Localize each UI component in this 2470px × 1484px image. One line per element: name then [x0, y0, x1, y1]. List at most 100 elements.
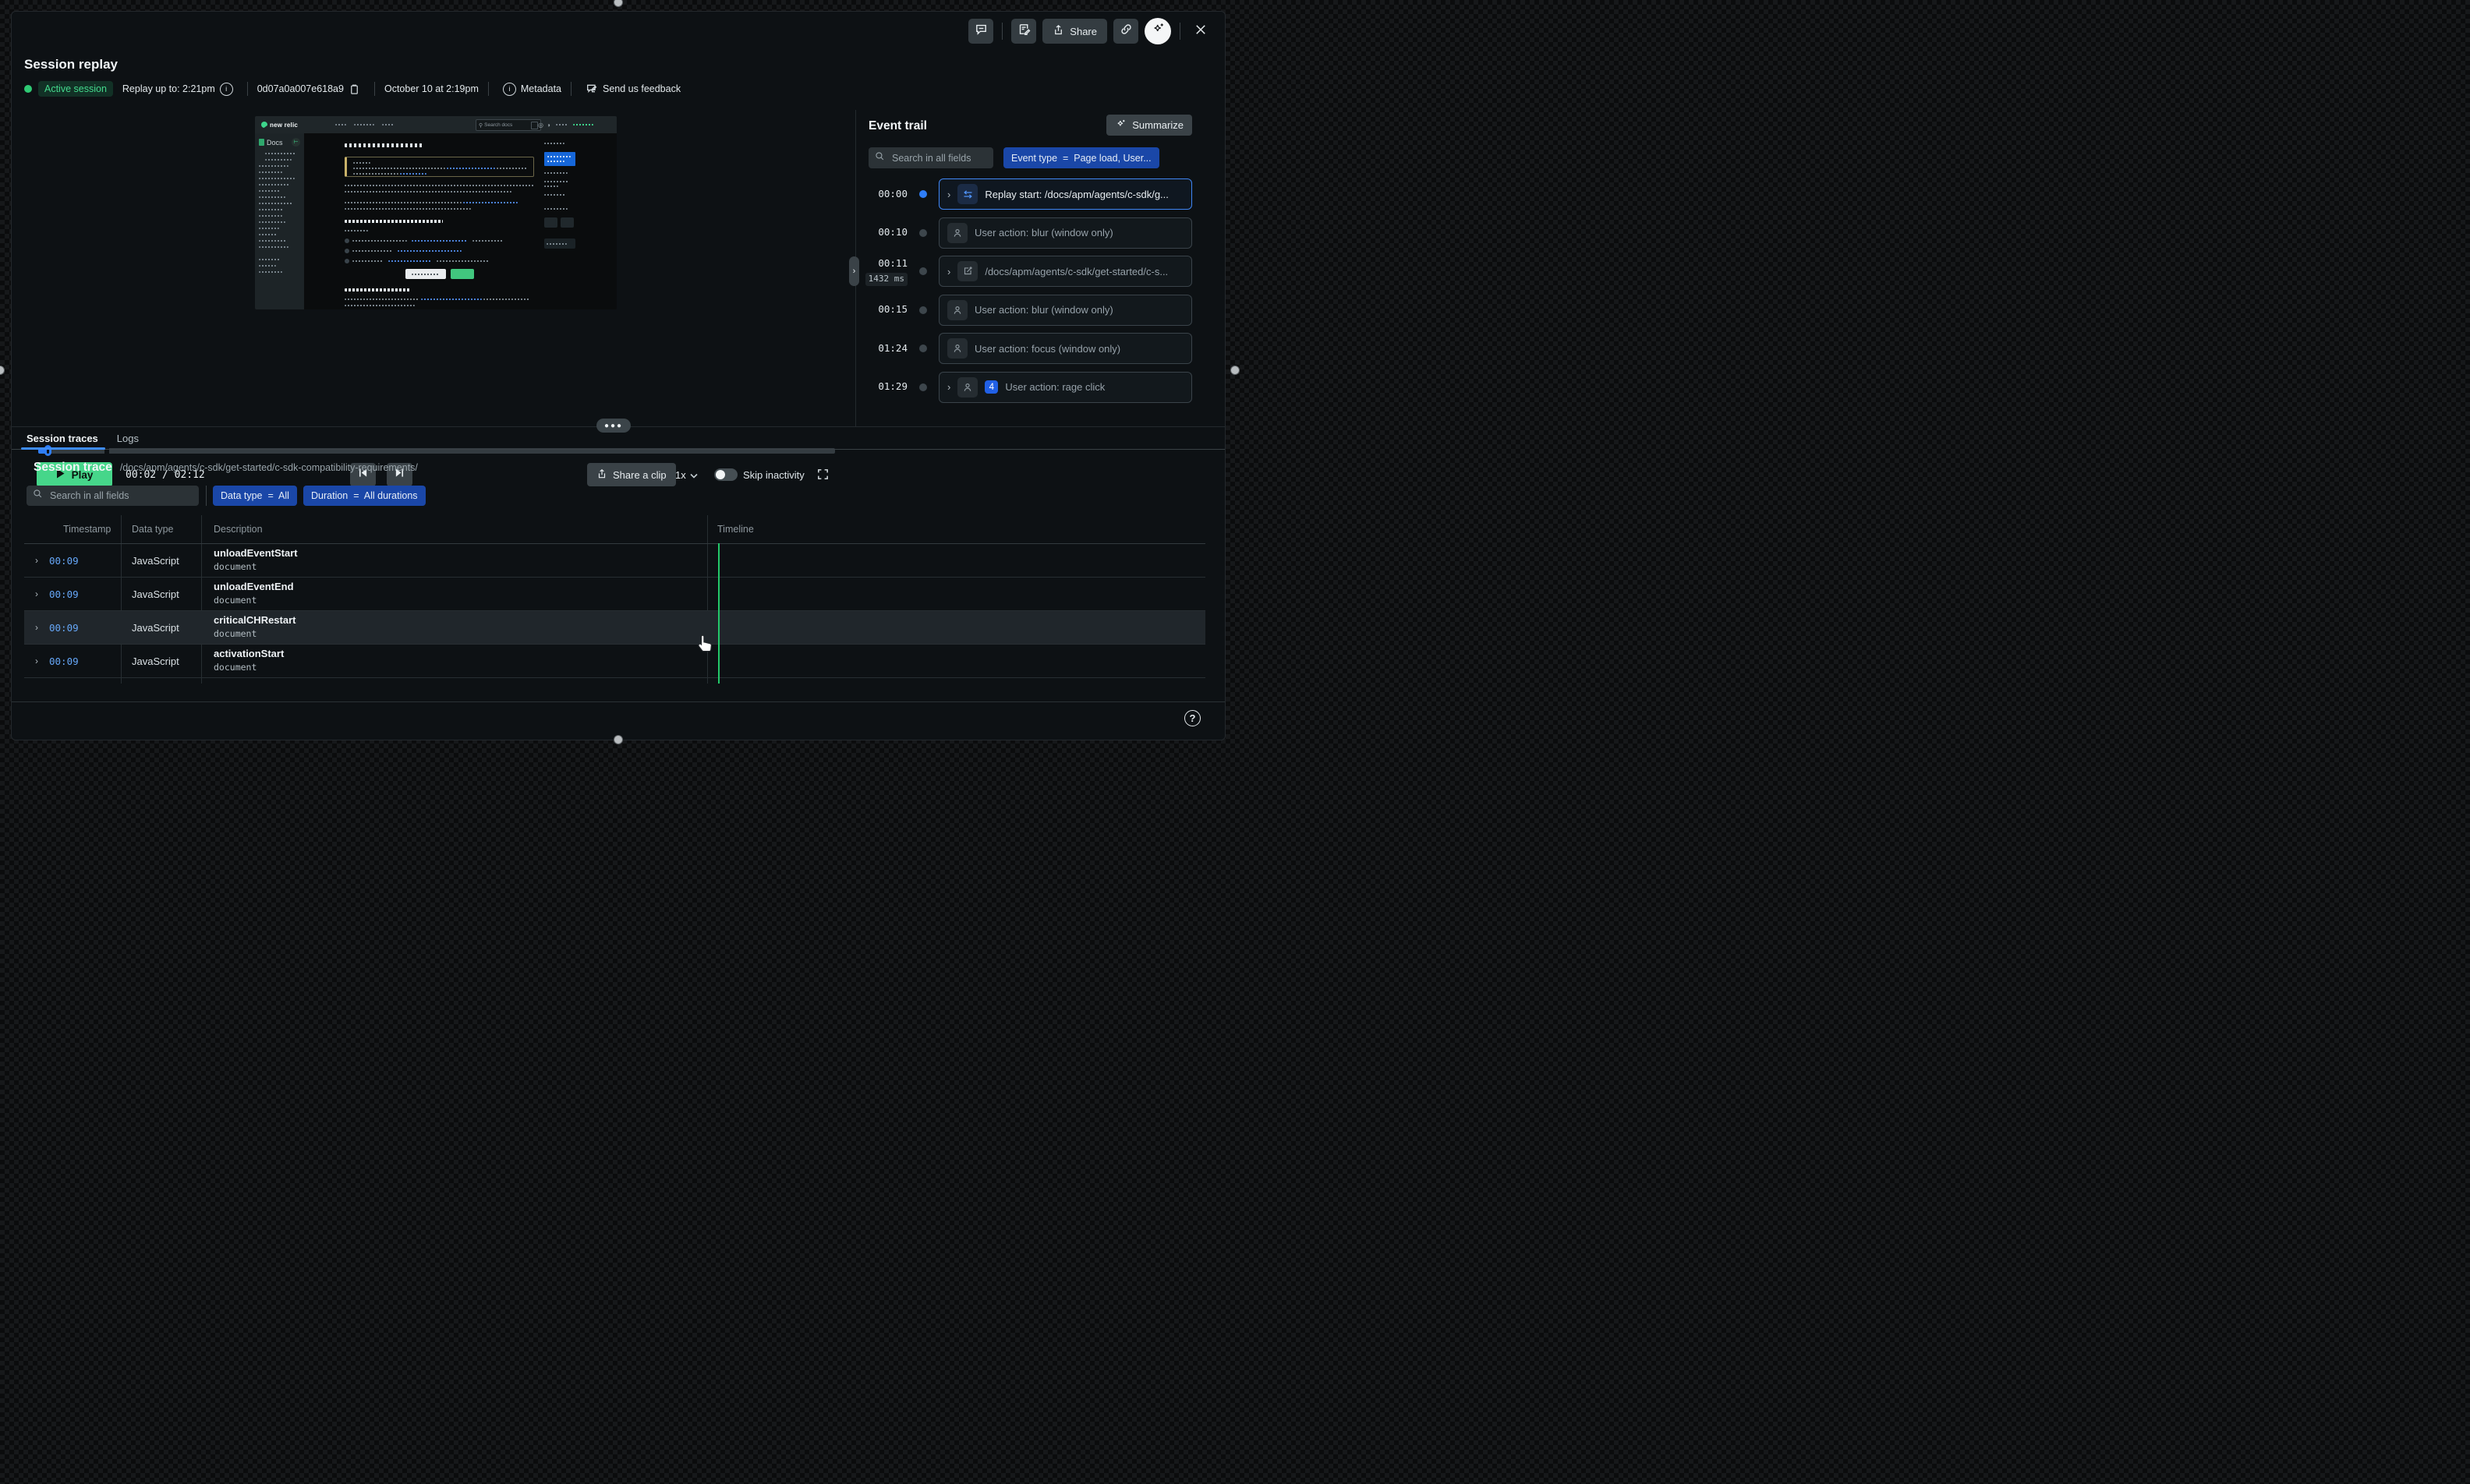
chevron-right-icon[interactable]: › — [35, 588, 38, 599]
masked-heading — [345, 220, 443, 223]
feedback-icon — [586, 83, 598, 95]
docs-sidebar-title: Docs — [267, 139, 283, 147]
fullscreen-button[interactable] — [816, 468, 830, 485]
event-row: 01:24 User action: focus (window only) — [862, 333, 1205, 364]
event-row: 00:10 User action: blur (window only) — [862, 217, 1205, 249]
resize-handle-top[interactable] — [614, 0, 623, 7]
user-icon — [947, 338, 968, 359]
resize-handle-bottom[interactable] — [614, 735, 623, 744]
event-trail-title: Event trail — [869, 119, 927, 133]
comments-button[interactable] — [968, 19, 993, 44]
masked-text — [265, 153, 296, 154]
table-row[interactable]: ›00:09 JavaScript unloadEventStartdocume… — [24, 544, 1205, 578]
col-description[interactable]: Description — [201, 524, 707, 535]
search-icon — [33, 489, 43, 503]
notes-button[interactable] — [1011, 19, 1036, 44]
masked-text — [259, 240, 287, 242]
replay-viewport: new relic ⚲ Search docs ◎ ◑ — [255, 116, 617, 309]
table-row[interactable]: ›00:09 JavaScript activationStartdocumen… — [24, 645, 1205, 678]
table-row-hovered[interactable]: ›00:09 JavaScript criticalCHRestartdocum… — [24, 611, 1205, 645]
chevron-right-icon[interactable]: › — [35, 555, 38, 566]
ai-assistant-button[interactable] — [1145, 18, 1171, 44]
duration-filter-pill[interactable]: Duration = All durations — [303, 486, 426, 506]
resize-handle-left[interactable] — [0, 366, 5, 375]
share-icon — [1053, 24, 1064, 38]
tab-session-traces[interactable]: Session traces — [27, 433, 98, 444]
masked-text — [259, 171, 282, 173]
event-time: 00:00 — [862, 187, 908, 202]
event-card-user-blur[interactable]: User action: blur (window only) — [939, 295, 1192, 326]
event-label: User action: blur (window only) — [975, 227, 1113, 238]
resize-handle-right[interactable] — [1230, 366, 1240, 375]
divider — [206, 486, 207, 506]
resize-panel-handle[interactable]: ●●● — [596, 419, 631, 433]
page-title: Session replay — [24, 57, 681, 72]
session-date: October 10 at 2:19pm — [384, 83, 479, 94]
masked-text — [259, 196, 285, 198]
skip-inactivity-toggle[interactable] — [714, 468, 738, 481]
event-trail-panel: Event trail Summarize Event type = Page … — [862, 110, 1205, 426]
masked-text — [382, 124, 395, 125]
playback-speed-select[interactable]: 1x — [675, 462, 698, 487]
info-icon[interactable]: i — [220, 83, 233, 96]
event-card-user-blur[interactable]: User action: blur (window only) — [939, 217, 1192, 249]
table-row-partial[interactable] — [24, 678, 1205, 684]
divider — [374, 82, 375, 96]
chevron-right-icon[interactable]: › — [947, 381, 950, 393]
col-data-type[interactable]: Data type — [121, 524, 201, 535]
masked-text — [259, 228, 279, 229]
col-timestamp[interactable]: Timestamp — [24, 524, 121, 535]
playback-seekbar[interactable] — [38, 445, 835, 456]
globe-icon: ◎ — [538, 122, 543, 129]
skip-inactivity-label: Skip inactivity — [743, 462, 805, 487]
close-button[interactable] — [1189, 19, 1212, 43]
event-time: 00:15 — [862, 302, 908, 317]
summarize-button[interactable]: Summarize — [1106, 115, 1192, 136]
metadata-link[interactable]: Metadata — [521, 83, 561, 94]
share-clip-button[interactable]: Share a clip — [587, 463, 676, 486]
trace-search[interactable] — [27, 486, 199, 506]
clipboard-copy-icon[interactable] — [349, 83, 360, 95]
event-search[interactable] — [869, 147, 993, 168]
share-button[interactable]: Share — [1042, 19, 1107, 44]
trace-search-input[interactable] — [48, 489, 193, 502]
event-time: 00:10 — [862, 225, 908, 240]
bottom-tabs: Session traces Logs — [27, 433, 139, 444]
chevron-right-icon[interactable]: › — [35, 655, 38, 666]
copy-link-button[interactable] — [1113, 19, 1138, 44]
masked-text — [259, 184, 290, 186]
event-search-input[interactable] — [890, 152, 987, 164]
pointer-cursor — [696, 634, 713, 656]
masked-text — [556, 124, 568, 125]
divider — [247, 82, 248, 96]
page-view-icon — [957, 261, 978, 281]
event-marker-dot — [919, 267, 927, 275]
divider — [488, 82, 489, 96]
help-button[interactable]: ? — [1184, 710, 1201, 726]
footer-divider — [12, 701, 1225, 702]
event-row: 00:15 User action: blur (window only) — [862, 295, 1205, 326]
col-timeline[interactable]: Timeline — [707, 524, 1205, 535]
shortcut-key-icon — [531, 122, 538, 129]
send-feedback-link[interactable]: Send us feedback — [603, 83, 681, 94]
replay-page-toc — [544, 143, 575, 249]
masked-text — [354, 124, 374, 125]
event-type-filter-pill[interactable]: Event type = Page load, User... — [1003, 147, 1159, 168]
replay-page-content — [304, 133, 617, 309]
timeline-position-marker — [718, 543, 720, 684]
event-card-replay-start[interactable]: › Replay start: /docs/apm/agents/c-sdk/g… — [939, 178, 1192, 210]
chevron-right-icon[interactable]: › — [947, 266, 950, 277]
table-row[interactable]: ›00:09 JavaScript unloadEventEnddocument — [24, 578, 1205, 611]
event-card-rage-click[interactable]: › 4 User action: rage click — [939, 372, 1192, 403]
data-type-filter-pill[interactable]: Data type = All — [213, 486, 297, 506]
tab-logs[interactable]: Logs — [117, 433, 139, 444]
session-trace-title: Session trace — [34, 461, 112, 475]
event-card-page-view[interactable]: › /docs/apm/agents/c-sdk/get-started/c-s… — [939, 256, 1192, 287]
masked-text — [259, 165, 288, 167]
chevron-right-icon[interactable]: › — [35, 622, 38, 633]
collapse-event-trail-handle[interactable]: › — [849, 256, 859, 286]
masked-text — [259, 190, 281, 192]
chevron-right-icon[interactable]: › — [947, 189, 950, 200]
event-card-user-focus[interactable]: User action: focus (window only) — [939, 333, 1192, 364]
search-icon — [875, 151, 885, 165]
